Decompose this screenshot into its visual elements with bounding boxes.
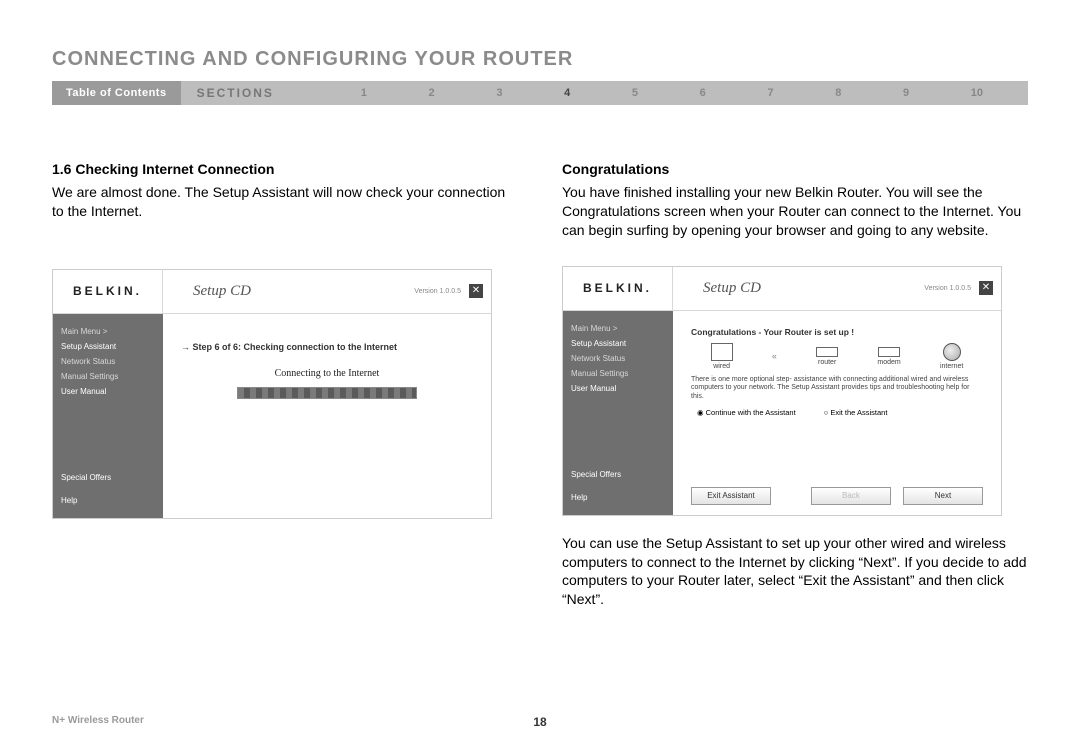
section-link-6[interactable]: 6 bbox=[700, 87, 706, 99]
sidebar2-item-usermanual[interactable]: User Manual bbox=[571, 381, 665, 396]
ss-buttons: Exit Assistant Back Next bbox=[691, 487, 983, 505]
step-label: Step 6 of 6: Checking connection to the … bbox=[181, 342, 473, 352]
ss-radios: Continue with the Assistant Exit the Ass… bbox=[691, 408, 983, 417]
back-button[interactable]: Back bbox=[811, 487, 891, 505]
ss-desc: There is one more optional step- assista… bbox=[691, 376, 983, 402]
ss-header-2: BELKIN. Setup CD Version 1.0.0.5 ✕ bbox=[563, 267, 1001, 311]
sidebar2-item-offers[interactable]: Special Offers bbox=[571, 467, 665, 482]
sidebar-item-usermanual[interactable]: User Manual bbox=[61, 384, 155, 399]
sidebar-item-network[interactable]: Network Status bbox=[61, 354, 155, 369]
computer-icon bbox=[711, 343, 733, 361]
sidebar-item-main[interactable]: Main Menu > bbox=[61, 324, 155, 339]
right-body-2: You can use the Setup Assistant to set u… bbox=[562, 534, 1028, 610]
sidebar2-item-manual[interactable]: Manual Settings bbox=[571, 366, 665, 381]
section-links: 1 2 3 4 5 6 7 8 9 10 bbox=[290, 81, 1028, 105]
connecting-text: Connecting to the Internet bbox=[181, 368, 473, 379]
screenshot-checking: BELKIN. Setup CD Version 1.0.0.5 ✕ Main … bbox=[52, 269, 492, 519]
ss-version: Version 1.0.0.5 bbox=[414, 288, 461, 295]
section-link-2[interactable]: 2 bbox=[429, 87, 435, 99]
radio-exit[interactable]: Exit the Assistant bbox=[824, 408, 888, 417]
sidebar2-item-setup[interactable]: Setup Assistant bbox=[571, 336, 665, 351]
exit-assistant-button[interactable]: Exit Assistant bbox=[691, 487, 771, 505]
diagram-internet: internet bbox=[940, 343, 963, 370]
footer-product: N+ Wireless Router bbox=[52, 715, 144, 726]
page-footer: N+ Wireless Router 18 bbox=[52, 715, 1028, 726]
link-icon: « bbox=[772, 351, 777, 361]
router-icon bbox=[816, 347, 838, 357]
ss-sidebar-2: Main Menu > Setup Assistant Network Stat… bbox=[563, 311, 673, 515]
radio-continue[interactable]: Continue with the Assistant bbox=[697, 408, 796, 417]
sidebar-item-setup[interactable]: Setup Assistant bbox=[61, 339, 155, 354]
ss-version-2: Version 1.0.0.5 bbox=[924, 285, 971, 292]
section-link-7[interactable]: 7 bbox=[767, 87, 773, 99]
belkin-logo: BELKIN. bbox=[53, 270, 163, 313]
sidebar-item-offers[interactable]: Special Offers bbox=[61, 470, 155, 485]
section-link-8[interactable]: 8 bbox=[835, 87, 841, 99]
left-body: We are almost done. The Setup Assistant … bbox=[52, 183, 518, 221]
ss-main-congrats: Congratulations - Your Router is set up … bbox=[673, 311, 1001, 515]
sidebar2-item-network[interactable]: Network Status bbox=[571, 351, 665, 366]
page-title: CONNECTING AND CONFIGURING YOUR ROUTER bbox=[52, 48, 1028, 71]
screenshot-congrats: BELKIN. Setup CD Version 1.0.0.5 ✕ Main … bbox=[562, 266, 1002, 516]
section-link-1[interactable]: 1 bbox=[361, 87, 367, 99]
modem-icon bbox=[878, 347, 900, 357]
right-heading: Congratulations bbox=[562, 161, 1028, 177]
congrats-label: Congratulations - Your Router is set up … bbox=[691, 327, 983, 337]
next-button[interactable]: Next bbox=[903, 487, 983, 505]
diagram-modem: modem bbox=[877, 347, 900, 366]
close-icon-2[interactable]: ✕ bbox=[979, 281, 993, 295]
section-link-10[interactable]: 10 bbox=[971, 87, 983, 99]
left-heading: 1.6 Checking Internet Connection bbox=[52, 161, 518, 177]
close-icon[interactable]: ✕ bbox=[469, 284, 483, 298]
right-column: Congratulations You have finished instal… bbox=[562, 161, 1028, 627]
ss-main-checking: Step 6 of 6: Checking connection to the … bbox=[163, 314, 491, 518]
page-number: 18 bbox=[533, 715, 546, 729]
sidebar-item-manual[interactable]: Manual Settings bbox=[61, 369, 155, 384]
globe-icon bbox=[943, 343, 961, 361]
sidebar2-item-help[interactable]: Help bbox=[571, 490, 665, 505]
section-link-4[interactable]: 4 bbox=[564, 87, 570, 99]
sections-label: SECTIONS bbox=[181, 81, 290, 105]
section-link-9[interactable]: 9 bbox=[903, 87, 909, 99]
ss-sidebar: Main Menu > Setup Assistant Network Stat… bbox=[53, 314, 163, 518]
belkin-logo-2: BELKIN. bbox=[563, 267, 673, 310]
section-link-3[interactable]: 3 bbox=[496, 87, 502, 99]
left-column: 1.6 Checking Internet Connection We are … bbox=[52, 161, 518, 627]
sidebar2-item-main[interactable]: Main Menu > bbox=[571, 321, 665, 336]
diagram-wired: wired bbox=[711, 343, 733, 370]
section-nav: Table of Contents SECTIONS 1 2 3 4 5 6 7… bbox=[52, 81, 1028, 105]
progress-bar bbox=[237, 387, 417, 399]
section-link-5[interactable]: 5 bbox=[632, 87, 638, 99]
diagram-router: router bbox=[816, 347, 838, 366]
network-diagram: wired « router modem internet bbox=[691, 343, 983, 370]
sidebar-item-help[interactable]: Help bbox=[61, 493, 155, 508]
right-body-1: You have finished installing your new Be… bbox=[562, 183, 1028, 240]
toc-link[interactable]: Table of Contents bbox=[52, 81, 181, 105]
ss-header: BELKIN. Setup CD Version 1.0.0.5 ✕ bbox=[53, 270, 491, 314]
